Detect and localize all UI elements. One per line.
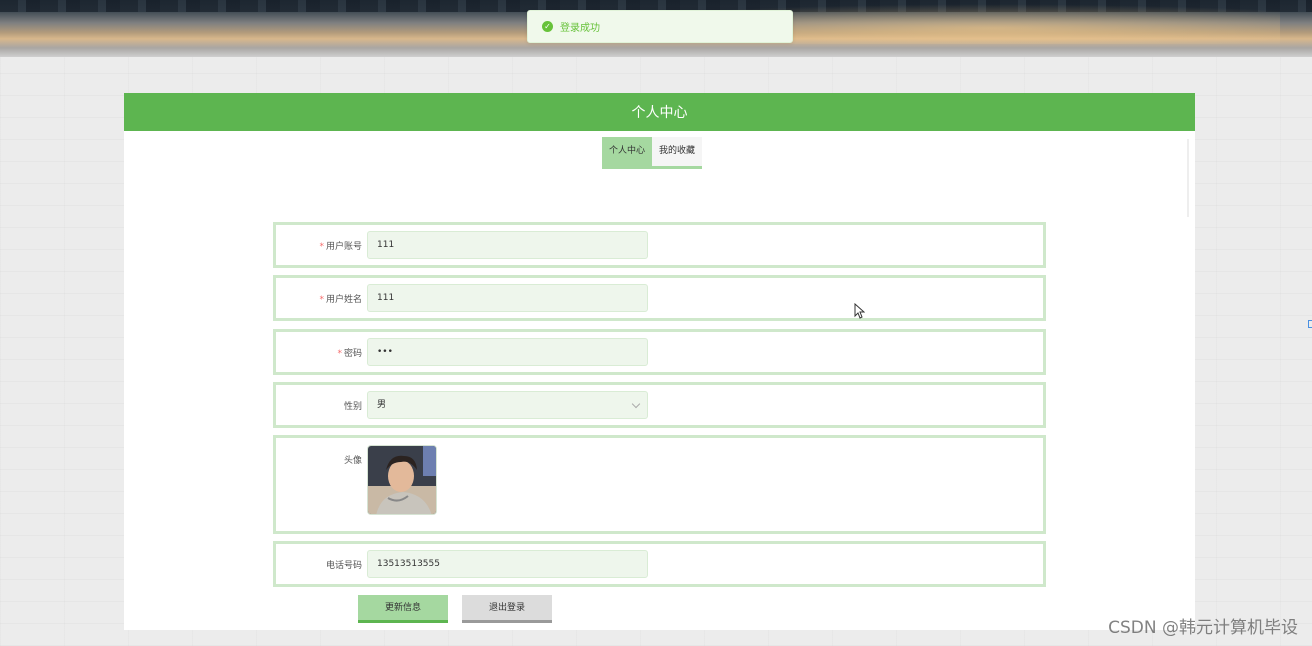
tab-my-favorites[interactable]: 我的收藏 [652, 137, 703, 166]
account-input[interactable] [367, 231, 648, 259]
mouse-cursor-icon [854, 303, 865, 319]
form-row-name: * 用户姓名 [273, 275, 1046, 321]
form-row-password: * 密码 ••• [273, 329, 1046, 375]
watermark: CSDN @韩元计算机毕设 [1108, 618, 1298, 638]
required-mark: * [319, 242, 324, 252]
success-toast: ✓ 登录成功 [527, 10, 793, 43]
avatar-photo [368, 446, 436, 514]
tab-bar: 个人中心 我的收藏 [602, 137, 703, 169]
edge-bracket-icon [1308, 320, 1312, 328]
chevron-down-icon [631, 399, 641, 409]
required-mark: * [337, 349, 342, 359]
account-label: * 用户账号 [319, 242, 362, 252]
gender-select[interactable]: 男 [367, 391, 648, 419]
avatar-image[interactable] [367, 445, 437, 515]
form-row-gender: 性别 男 [273, 382, 1046, 428]
form-row-account: * 用户账号 [273, 222, 1046, 268]
tab-personal-center[interactable]: 个人中心 [602, 137, 653, 166]
panel-body: 个人中心 我的收藏 *用户账号 *用户姓名 *密码 ••• 性别 男 头像 [124, 131, 1195, 630]
update-info-button[interactable]: 更新信息 [358, 595, 448, 623]
name-label: * 用户姓名 [319, 295, 362, 305]
check-circle-icon: ✓ [542, 21, 553, 32]
avatar-label: 头像 [343, 456, 362, 466]
panel-scrollbar[interactable] [1187, 139, 1189, 217]
gender-selected-value: 男 [377, 400, 387, 410]
form-row-phone: 电话号码 [273, 541, 1046, 587]
phone-input[interactable] [367, 550, 648, 578]
form-row-avatar: 头像 [273, 435, 1046, 534]
logout-button[interactable]: 退出登录 [462, 595, 552, 623]
page-title: 个人中心 [631, 105, 688, 121]
phone-label: 电话号码 [325, 561, 362, 571]
password-label: * 密码 [337, 349, 362, 359]
password-input[interactable]: ••• [367, 338, 648, 366]
required-mark: * [319, 295, 324, 305]
gender-label: 性别 [343, 402, 362, 412]
name-input[interactable] [367, 284, 648, 312]
panel-header: 个人中心 [124, 93, 1195, 131]
toast-message: 登录成功 [560, 23, 600, 34]
